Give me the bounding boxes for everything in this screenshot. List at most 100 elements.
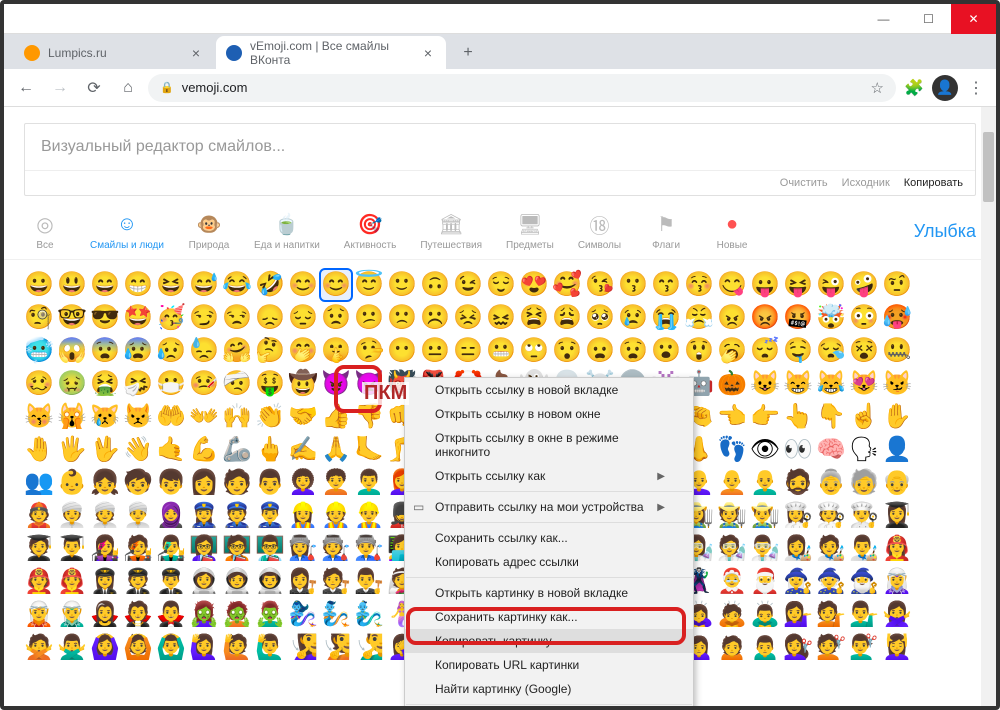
emoji-cell[interactable]: 🧝‍♀️ bbox=[882, 567, 912, 597]
emoji-cell[interactable]: 👨‍🏫 bbox=[255, 534, 285, 564]
emoji-cell[interactable]: 🤔 bbox=[255, 336, 285, 366]
context-item[interactable]: Копировать адрес ссылки bbox=[405, 550, 693, 574]
emoji-cell[interactable]: 😿 bbox=[90, 402, 120, 432]
emoji-cell[interactable]: 👨‍✈️ bbox=[156, 567, 186, 597]
emoji-cell[interactable]: 😣 bbox=[453, 303, 483, 333]
emoji-cell[interactable]: 🧞 bbox=[321, 600, 351, 630]
emoji-cell[interactable]: 🧏‍♂️ bbox=[354, 633, 384, 663]
emoji-cell[interactable]: 😝 bbox=[783, 270, 813, 300]
emoji-cell[interactable]: 👳 bbox=[90, 501, 120, 531]
category-Символы[interactable]: ⑱Символы bbox=[578, 212, 621, 251]
emoji-cell[interactable]: 😖 bbox=[486, 303, 516, 333]
emoji-cell[interactable]: 😤 bbox=[684, 303, 714, 333]
emoji-cell[interactable]: 🙏 bbox=[321, 435, 351, 465]
emoji-cell[interactable]: 👨‍🔬 bbox=[750, 534, 780, 564]
emoji-cell[interactable]: 🙋‍♀️ bbox=[189, 633, 219, 663]
emoji-cell[interactable]: 👩‍🏫 bbox=[189, 534, 219, 564]
emoji-cell[interactable]: 😘 bbox=[585, 270, 615, 300]
emoji-cell[interactable]: 👆 bbox=[783, 402, 813, 432]
emoji-cell[interactable]: 😁 bbox=[123, 270, 153, 300]
emoji-cell[interactable]: 👋 bbox=[123, 435, 153, 465]
tab-close-icon[interactable]: × bbox=[188, 43, 204, 63]
emoji-cell[interactable]: 🤮 bbox=[90, 369, 120, 399]
emoji-cell[interactable]: 👨‍🦲 bbox=[750, 468, 780, 498]
emoji-cell[interactable]: 🧑‍🏫 bbox=[222, 534, 252, 564]
category-Флаги[interactable]: ⚑Флаги bbox=[645, 212, 687, 251]
emoji-cell[interactable]: 🧟 bbox=[222, 600, 252, 630]
emoji-cell[interactable]: 👩‍🏭 bbox=[288, 534, 318, 564]
emoji-cell[interactable]: 💁 bbox=[816, 600, 846, 630]
emoji-cell[interactable]: 👮‍♀️ bbox=[189, 501, 219, 531]
emoji-cell[interactable]: 🙅‍♀️ bbox=[882, 600, 912, 630]
emoji-cell[interactable]: 👩‍🦱 bbox=[288, 468, 318, 498]
emoji-cell[interactable]: 🥺 bbox=[585, 303, 615, 333]
emoji-cell[interactable]: 💇 bbox=[816, 633, 846, 663]
emoji-cell[interactable]: 🤤 bbox=[783, 336, 813, 366]
emoji-cell[interactable]: 👮‍♂️ bbox=[255, 501, 285, 531]
emoji-cell[interactable]: 👥 bbox=[24, 468, 54, 498]
context-item[interactable]: Открыть картинку в новой вкладке bbox=[405, 581, 693, 605]
forward-button[interactable]: → bbox=[46, 74, 74, 102]
emoji-cell[interactable]: 🧟‍♀️ bbox=[189, 600, 219, 630]
emoji-cell[interactable]: 👨‍🎨 bbox=[849, 534, 879, 564]
emoji-cell[interactable]: 😅 bbox=[189, 270, 219, 300]
emoji-cell[interactable]: 🙌 bbox=[222, 402, 252, 432]
scroll-thumb[interactable] bbox=[983, 132, 994, 202]
emoji-cell[interactable]: 🧠 bbox=[816, 435, 846, 465]
emoji-cell[interactable]: 👎 bbox=[354, 402, 384, 432]
emoji-cell[interactable]: 👨‍🚒 bbox=[57, 567, 87, 597]
emoji-cell[interactable]: 🙆 bbox=[123, 633, 153, 663]
emoji-cell[interactable]: 👩‍🚀 bbox=[189, 567, 219, 597]
emoji-cell[interactable]: 😃 bbox=[57, 270, 87, 300]
emoji-cell[interactable]: 🤙 bbox=[156, 435, 186, 465]
emoji-cell[interactable]: 💁‍♂️ bbox=[849, 600, 879, 630]
emoji-cell[interactable]: 😢 bbox=[618, 303, 648, 333]
emoji-cell[interactable]: 😆 bbox=[156, 270, 186, 300]
emoji-cell[interactable]: 😗 bbox=[618, 270, 648, 300]
emoji-cell[interactable]: 🧞‍♀️ bbox=[288, 600, 318, 630]
context-item[interactable]: Открыть ссылку в новом окне bbox=[405, 402, 693, 426]
emoji-cell[interactable]: 🧑‍🎤 bbox=[123, 534, 153, 564]
tab-lumpics[interactable]: Lumpics.ru × bbox=[14, 36, 214, 69]
emoji-cell[interactable]: 👨‍🎓 bbox=[57, 534, 87, 564]
source-button[interactable]: Исходник bbox=[842, 177, 890, 189]
emoji-cell[interactable]: 😟 bbox=[321, 303, 351, 333]
emoji-cell[interactable]: 🧑‍🎓 bbox=[24, 534, 54, 564]
emoji-cell[interactable]: 🦾 bbox=[222, 435, 252, 465]
window-close[interactable]: ✕ bbox=[951, 4, 996, 34]
tab-vemoji[interactable]: vEmoji.com | Все смайлы ВКонта × bbox=[216, 36, 446, 69]
emoji-cell[interactable]: 😛 bbox=[750, 270, 780, 300]
emoji-cell[interactable]: 😼 bbox=[882, 369, 912, 399]
emoji-cell[interactable]: 😒 bbox=[222, 303, 252, 333]
emoji-cell[interactable]: 🧑‍🦲 bbox=[717, 468, 747, 498]
emoji-cell[interactable]: 🧟‍♂️ bbox=[255, 600, 285, 630]
emoji-cell[interactable]: 😵 bbox=[849, 336, 879, 366]
emoji-cell[interactable]: 🖖 bbox=[90, 435, 120, 465]
copy-button[interactable]: Копировать bbox=[904, 177, 963, 189]
emoji-cell[interactable]: 🧓 bbox=[849, 468, 879, 498]
emoji-cell[interactable]: 😇 bbox=[354, 270, 384, 300]
emoji-cell[interactable]: 🧑‍🦱 bbox=[321, 468, 351, 498]
emoji-cell[interactable]: 😷 bbox=[156, 369, 186, 399]
emoji-cell[interactable]: 👴 bbox=[882, 468, 912, 498]
emoji-cell[interactable]: 💇‍♂️ bbox=[849, 633, 879, 663]
extensions-icon[interactable]: 🧩 bbox=[902, 76, 926, 100]
emoji-cell[interactable]: 🤑 bbox=[255, 369, 285, 399]
emoji-cell[interactable]: 🤕 bbox=[222, 369, 252, 399]
emoji-cell[interactable]: 👳‍♂️ bbox=[123, 501, 153, 531]
emoji-cell[interactable]: 🙅‍♂️ bbox=[57, 633, 87, 663]
emoji-cell[interactable]: 🧑‍🏭 bbox=[321, 534, 351, 564]
emoji-cell[interactable]: 💇‍♀️ bbox=[783, 633, 813, 663]
emoji-cell[interactable]: 🙍‍♂️ bbox=[750, 633, 780, 663]
back-button[interactable]: ← bbox=[12, 74, 40, 102]
emoji-cell[interactable]: 😩 bbox=[552, 303, 582, 333]
context-item[interactable]: ▭Отправить ссылку на мои устройства▶ bbox=[405, 495, 693, 519]
emoji-cell[interactable]: 😂 bbox=[222, 270, 252, 300]
emoji-cell[interactable]: 😎 bbox=[90, 303, 120, 333]
emoji-cell[interactable]: 😉 bbox=[453, 270, 483, 300]
emoji-cell[interactable]: 👩‍🎨 bbox=[783, 534, 813, 564]
emoji-cell[interactable]: 😸 bbox=[783, 369, 813, 399]
emoji-cell[interactable]: 🧑‍⚖️ bbox=[321, 567, 351, 597]
emoji-cell[interactable]: 👣 bbox=[717, 435, 747, 465]
emoji-cell[interactable]: 🤐 bbox=[882, 336, 912, 366]
